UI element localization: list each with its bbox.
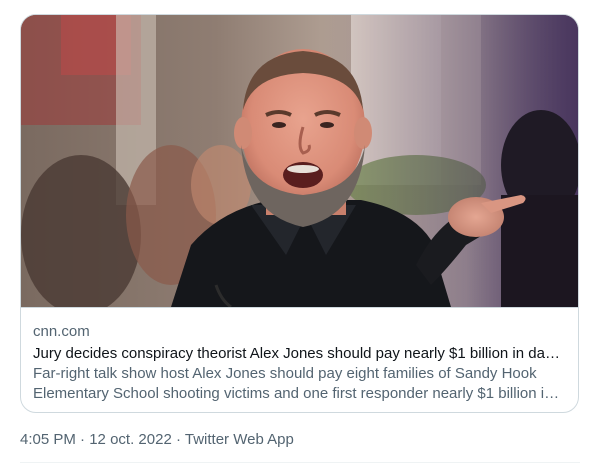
card-title: Jury decides conspiracy theorist Alex Jo… <box>33 345 566 362</box>
divider <box>20 462 580 463</box>
tweet-time: 4:05 PM <box>20 431 76 448</box>
tweet-detail: cnn.com Jury decides conspiracy theorist… <box>0 0 600 466</box>
article-thumbnail[interactable] <box>21 15 578 307</box>
meta-separator: · <box>175 431 181 448</box>
tweet-timestamp-link[interactable]: 4:05 PM · 12 oct. 2022 <box>20 431 172 448</box>
tweet-date: 12 oct. 2022 <box>89 431 172 448</box>
tweet-metadata: 4:05 PM · 12 oct. 2022 · Twitter Web App <box>20 430 294 450</box>
meta-separator: · <box>80 431 86 448</box>
card-text-area[interactable]: cnn.com Jury decides conspiracy theorist… <box>21 307 578 412</box>
card-description: Far-right talk show host Alex Jones shou… <box>33 365 553 402</box>
tweet-source-link[interactable]: Twitter Web App <box>185 431 294 448</box>
card-domain: cnn.com <box>33 323 90 340</box>
news-photo-image <box>21 15 578 307</box>
link-preview-card[interactable]: cnn.com Jury decides conspiracy theorist… <box>20 14 579 413</box>
